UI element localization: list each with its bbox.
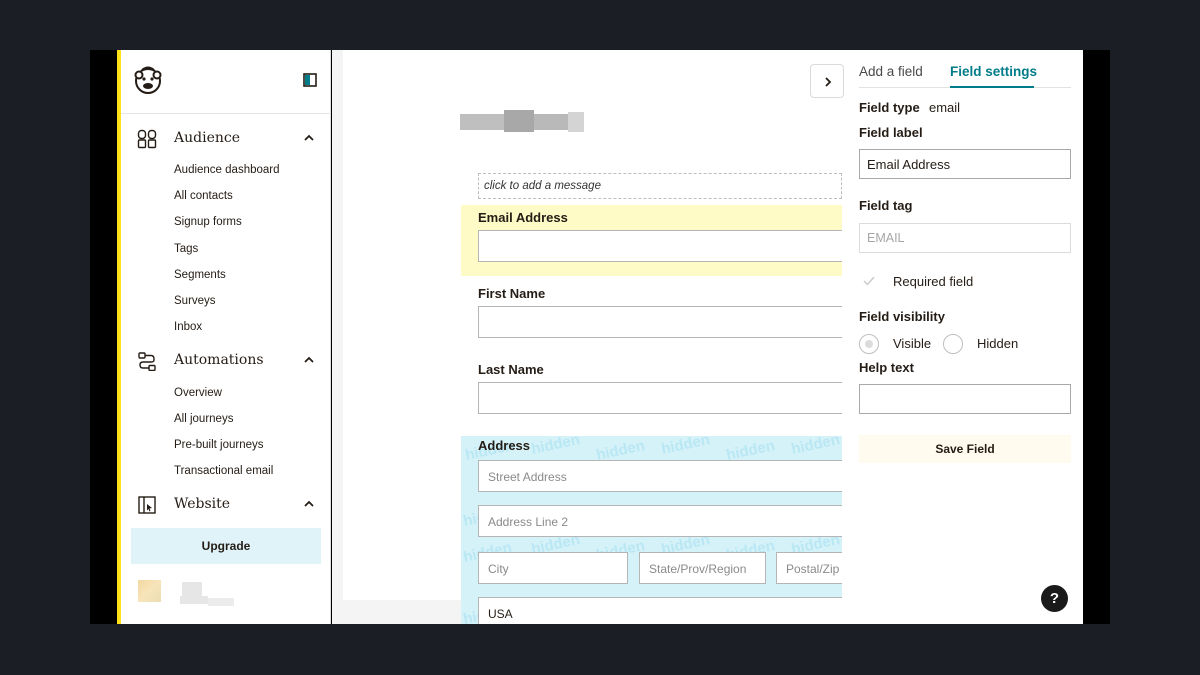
state-field[interactable]: State/Prov/Region bbox=[639, 552, 766, 584]
address-line2-field[interactable]: Address Line 2 bbox=[478, 505, 842, 537]
hidden-watermark: hidden bbox=[789, 436, 842, 458]
visibility-visible-radio[interactable] bbox=[859, 334, 879, 354]
save-field-button[interactable]: Save Field bbox=[859, 435, 1071, 463]
help-text-input[interactable] bbox=[859, 384, 1071, 414]
sidebar-item-audience-dashboard[interactable]: Audience dashboard bbox=[174, 164, 280, 176]
automations-icon bbox=[138, 352, 156, 371]
chevron-right-icon bbox=[825, 77, 832, 87]
account-name-redacted[interactable] bbox=[180, 580, 236, 610]
email-field[interactable] bbox=[478, 230, 842, 262]
chevron-up-icon[interactable] bbox=[303, 132, 315, 144]
sidebar: Audience Audience dashboard All contacts… bbox=[117, 50, 331, 624]
help-button[interactable]: ? bbox=[1041, 585, 1068, 612]
sidebar-toggle-icon[interactable] bbox=[303, 73, 317, 87]
field-label-input[interactable]: Email Address bbox=[859, 149, 1071, 179]
email-field-label: Email Address bbox=[478, 210, 568, 225]
last-name-field[interactable] bbox=[478, 382, 842, 414]
hidden-watermark: hidden bbox=[659, 436, 712, 458]
sidebar-accent-bar bbox=[117, 50, 121, 624]
nav-section-label: Automations bbox=[174, 352, 264, 368]
website-icon bbox=[138, 496, 156, 514]
sidebar-item-overview[interactable]: Overview bbox=[174, 387, 222, 399]
visibility-visible-label[interactable]: Visible bbox=[893, 336, 931, 351]
sidebar-divider bbox=[117, 113, 331, 114]
sidebar-item-prebuilt-journeys[interactable]: Pre-built journeys bbox=[174, 439, 263, 451]
first-name-label: First Name bbox=[478, 286, 546, 301]
sidebar-item-all-journeys[interactable]: All journeys bbox=[174, 413, 233, 425]
country-select[interactable]: USA bbox=[478, 597, 842, 624]
postal-code-field[interactable]: Postal/Zip bbox=[776, 552, 842, 584]
sidebar-item-tags[interactable]: Tags bbox=[174, 243, 198, 255]
account-avatar[interactable] bbox=[138, 580, 161, 602]
app-frame: Audience Audience dashboard All contacts… bbox=[90, 50, 1110, 624]
form-title-redacted bbox=[460, 106, 590, 136]
sidebar-item-signup-forms[interactable]: Signup forms bbox=[174, 216, 242, 228]
visibility-hidden-radio[interactable] bbox=[943, 334, 963, 354]
window-edge bbox=[1083, 50, 1110, 624]
collapse-panel-button[interactable] bbox=[810, 64, 844, 98]
field-label-label: Field label bbox=[859, 125, 923, 140]
sidebar-item-surveys[interactable]: Surveys bbox=[174, 295, 216, 307]
nav-section-label: Website bbox=[174, 496, 231, 512]
visibility-hidden-label[interactable]: Hidden bbox=[977, 336, 1018, 351]
city-field[interactable]: City bbox=[478, 552, 628, 584]
field-type-value: email bbox=[929, 100, 961, 115]
field-tag-input: EMAIL bbox=[859, 223, 1071, 253]
nav-section-label: Audience bbox=[174, 130, 240, 146]
sidebar-item-transactional-email[interactable]: Transactional email bbox=[174, 465, 273, 477]
nav-section-audience[interactable]: Audience bbox=[117, 125, 331, 151]
audience-icon bbox=[137, 129, 157, 149]
first-name-field[interactable] bbox=[478, 306, 842, 338]
sidebar-item-all-contacts[interactable]: All contacts bbox=[174, 190, 233, 202]
upgrade-button[interactable]: Upgrade bbox=[131, 528, 321, 564]
field-visibility-label: Field visibility bbox=[859, 309, 945, 324]
address-label: Address bbox=[478, 438, 531, 453]
field-tag-label: Field tag bbox=[859, 198, 913, 213]
nav-section-website[interactable]: Website bbox=[117, 491, 331, 517]
help-text-label: Help text bbox=[859, 360, 914, 375]
active-tab-indicator bbox=[950, 86, 1034, 88]
field-type-label: Field type bbox=[859, 100, 920, 115]
form-canvas: click to add a message Email Address Fir… bbox=[332, 50, 842, 624]
chevron-up-icon[interactable] bbox=[303, 354, 315, 366]
required-field-label[interactable]: Required field bbox=[893, 274, 973, 289]
form-message-area[interactable]: click to add a message bbox=[478, 173, 842, 199]
hidden-watermark: hidden bbox=[529, 436, 582, 458]
mailchimp-logo-icon[interactable] bbox=[132, 64, 164, 96]
field-settings-panel: Add a field Field settings Field type em… bbox=[842, 50, 1083, 624]
tab-field-settings[interactable]: Field settings bbox=[950, 64, 1037, 79]
chevron-up-icon[interactable] bbox=[303, 498, 315, 510]
last-name-label: Last Name bbox=[478, 362, 544, 377]
street-address-field[interactable]: Street Address bbox=[478, 460, 842, 492]
sidebar-item-segments[interactable]: Segments bbox=[174, 269, 226, 281]
tab-add-a-field[interactable]: Add a field bbox=[859, 64, 923, 79]
nav-section-automations[interactable]: Automations bbox=[117, 347, 331, 373]
required-checkbox-check-icon[interactable] bbox=[863, 276, 875, 286]
sidebar-item-inbox[interactable]: Inbox bbox=[174, 321, 202, 333]
